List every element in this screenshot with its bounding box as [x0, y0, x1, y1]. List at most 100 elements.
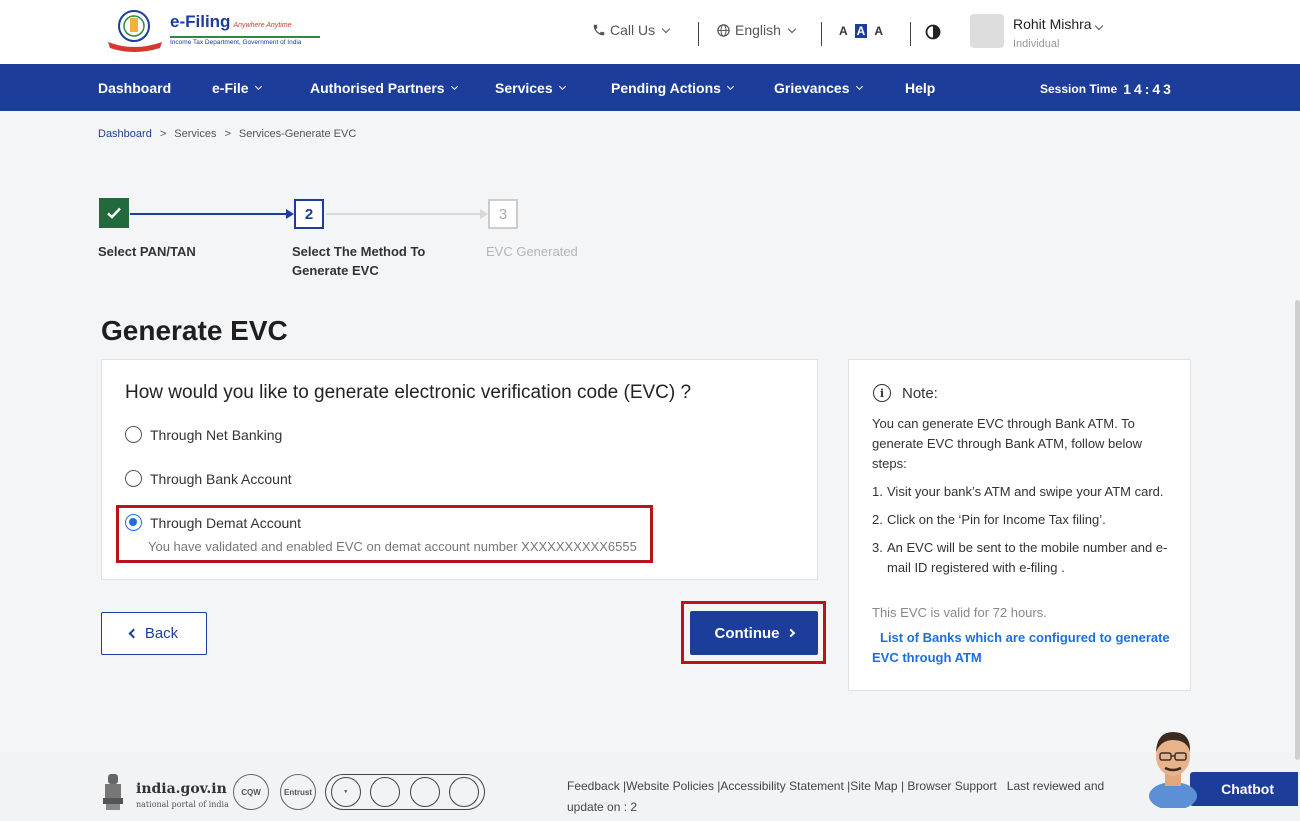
breadcrumb: Dashboard > Services > Services-Generate…	[98, 128, 356, 140]
note-title: Note:	[902, 384, 938, 402]
chevron-down-icon	[1094, 21, 1103, 31]
nav-grievances[interactable]: Grievances	[774, 80, 863, 96]
bsi-icon: ▼	[330, 777, 361, 807]
nav-label: Services	[495, 80, 553, 96]
nav-efile[interactable]: e-File	[212, 80, 262, 96]
user-role: Individual	[1013, 38, 1060, 50]
back-label: Back	[144, 625, 179, 642]
chatbot-button[interactable]: Chatbot	[1190, 772, 1298, 806]
globe-icon	[717, 23, 730, 37]
chevron-down-icon	[787, 24, 797, 33]
user-menu[interactable]: Rohit Mishra	[1013, 16, 1103, 32]
call-us-menu[interactable]: Call Us	[592, 22, 671, 38]
efiling-logo[interactable]: e-Filing Anywhere Anytime Income Tax Depa…	[104, 8, 324, 52]
note-steps-list: 1. Visit your bank’s ATM and swipe your A…	[872, 482, 1172, 586]
nav-services[interactable]: Services	[495, 80, 566, 96]
font-decrease-button[interactable]: A	[839, 24, 848, 38]
option-label: Through Bank Account	[150, 470, 292, 487]
user-avatar[interactable]	[970, 14, 1004, 48]
chevron-down-icon	[855, 82, 863, 91]
footer: india.gov.in national portal of india CQ…	[0, 752, 1300, 821]
banks-list-link[interactable]: List of Banks which are configured to ge…	[872, 628, 1172, 668]
option-bank-account[interactable]: Through Bank Account	[125, 470, 292, 487]
nav-label: Grievances	[774, 80, 850, 96]
session-timer: Session Time 14:43	[1040, 81, 1174, 97]
option-net-banking[interactable]: Through Net Banking	[125, 426, 282, 443]
back-button[interactable]: Back	[101, 612, 207, 655]
logo-tagline: Anywhere Anytime	[233, 22, 292, 29]
language-label: English	[735, 22, 781, 38]
main-navigation: Dashboard e-File Authorised Partners Ser…	[0, 64, 1300, 111]
call-us-label: Call Us	[610, 22, 656, 38]
font-normal-button[interactable]: A	[854, 24, 868, 38]
radio-bank-account[interactable]	[125, 470, 142, 487]
continue-button[interactable]: Continue	[690, 611, 818, 655]
nav-label: Help	[905, 80, 936, 96]
language-selector[interactable]: English	[716, 22, 797, 38]
highlight-box-demat	[116, 505, 653, 563]
step-1-indicator	[99, 198, 129, 228]
chevron-down-icon	[661, 24, 671, 33]
session-label: Session Time	[1040, 82, 1118, 96]
step-connector	[130, 213, 288, 215]
iso-badge-icon	[370, 777, 401, 807]
chevron-left-icon	[128, 628, 139, 639]
iso-badge-icon	[409, 777, 440, 807]
arrow-right-icon	[480, 209, 488, 219]
step-2-label: Select The Method To Generate EVC	[292, 244, 426, 278]
list-text: Click on the ‘Pin for Income Tax filing’…	[887, 512, 1106, 527]
india-gov-link[interactable]: india.gov.in	[136, 781, 227, 797]
evc-question: How would you like to generate electroni…	[125, 382, 692, 403]
note-heading: i Note:	[873, 384, 938, 402]
arrow-right-icon	[286, 209, 294, 219]
emblem-logo-icon	[108, 10, 162, 52]
list-item: 1. Visit your bank’s ATM and swipe your A…	[872, 482, 1172, 502]
contrast-icon[interactable]	[925, 24, 941, 40]
nav-dashboard[interactable]: Dashboard	[98, 80, 171, 96]
info-icon: i	[873, 384, 891, 402]
list-text: Visit your bank’s ATM and swipe your ATM…	[887, 484, 1164, 499]
logo-title: e-Filing Anywhere Anytime	[170, 12, 292, 31]
list-item: 3. An EVC will be sent to the mobile numb…	[872, 538, 1172, 578]
divider	[821, 22, 822, 46]
phone-icon	[593, 24, 605, 36]
step-2-indicator: 2	[294, 199, 324, 229]
nav-authorised-partners[interactable]: Authorised Partners	[310, 80, 458, 96]
chatbot-avatar-icon[interactable]	[1143, 726, 1203, 808]
chatbot-label: Chatbot	[1221, 781, 1274, 797]
logo-subtitle: Income Tax Department, Government of Ind…	[170, 36, 320, 46]
divider	[698, 22, 699, 46]
nav-pending-actions[interactable]: Pending Actions	[611, 80, 734, 96]
font-increase-button[interactable]: A	[874, 24, 883, 38]
note-panel: i Note: You can generate EVC through Ban…	[848, 359, 1191, 691]
top-header: e-Filing Anywhere Anytime Income Tax Depa…	[0, 0, 1300, 64]
list-number: 2.	[872, 512, 883, 527]
list-number: 1.	[872, 484, 883, 499]
check-icon	[107, 207, 121, 219]
iso-badge-icon	[449, 777, 480, 807]
option-label: Through Net Banking	[150, 426, 283, 443]
list-number: 3.	[872, 540, 883, 555]
breadcrumb-services[interactable]: Services	[174, 128, 216, 140]
step-3-label: EVC Generated	[486, 244, 578, 259]
nav-label: Pending Actions	[611, 80, 721, 96]
page-scrollbar[interactable]	[1295, 300, 1300, 760]
chevron-down-icon	[726, 82, 734, 91]
nav-label: Dashboard	[98, 80, 172, 96]
list-text: An EVC will be sent to the mobile number…	[887, 540, 1168, 575]
radio-net-banking[interactable]	[125, 426, 142, 443]
continue-label: Continue	[714, 624, 780, 642]
national-emblem-icon	[103, 774, 123, 810]
chevron-down-icon	[254, 82, 262, 91]
breadcrumb-separator: >	[159, 128, 167, 140]
nav-help[interactable]: Help	[905, 80, 935, 96]
chevron-right-icon	[786, 628, 795, 638]
iso-certificates-badge: ▼	[325, 774, 485, 810]
footer-nav-links[interactable]: Feedback |Website Policies |Accessibilit…	[567, 779, 997, 793]
breadcrumb-dashboard[interactable]: Dashboard	[98, 128, 152, 140]
step-connector	[326, 213, 482, 215]
footer-links: Feedback |Website Policies |Accessibilit…	[567, 776, 1137, 821]
chevron-down-icon	[450, 82, 458, 91]
session-time: 14:43	[1123, 81, 1174, 97]
page-title: Generate EVC	[101, 315, 288, 346]
